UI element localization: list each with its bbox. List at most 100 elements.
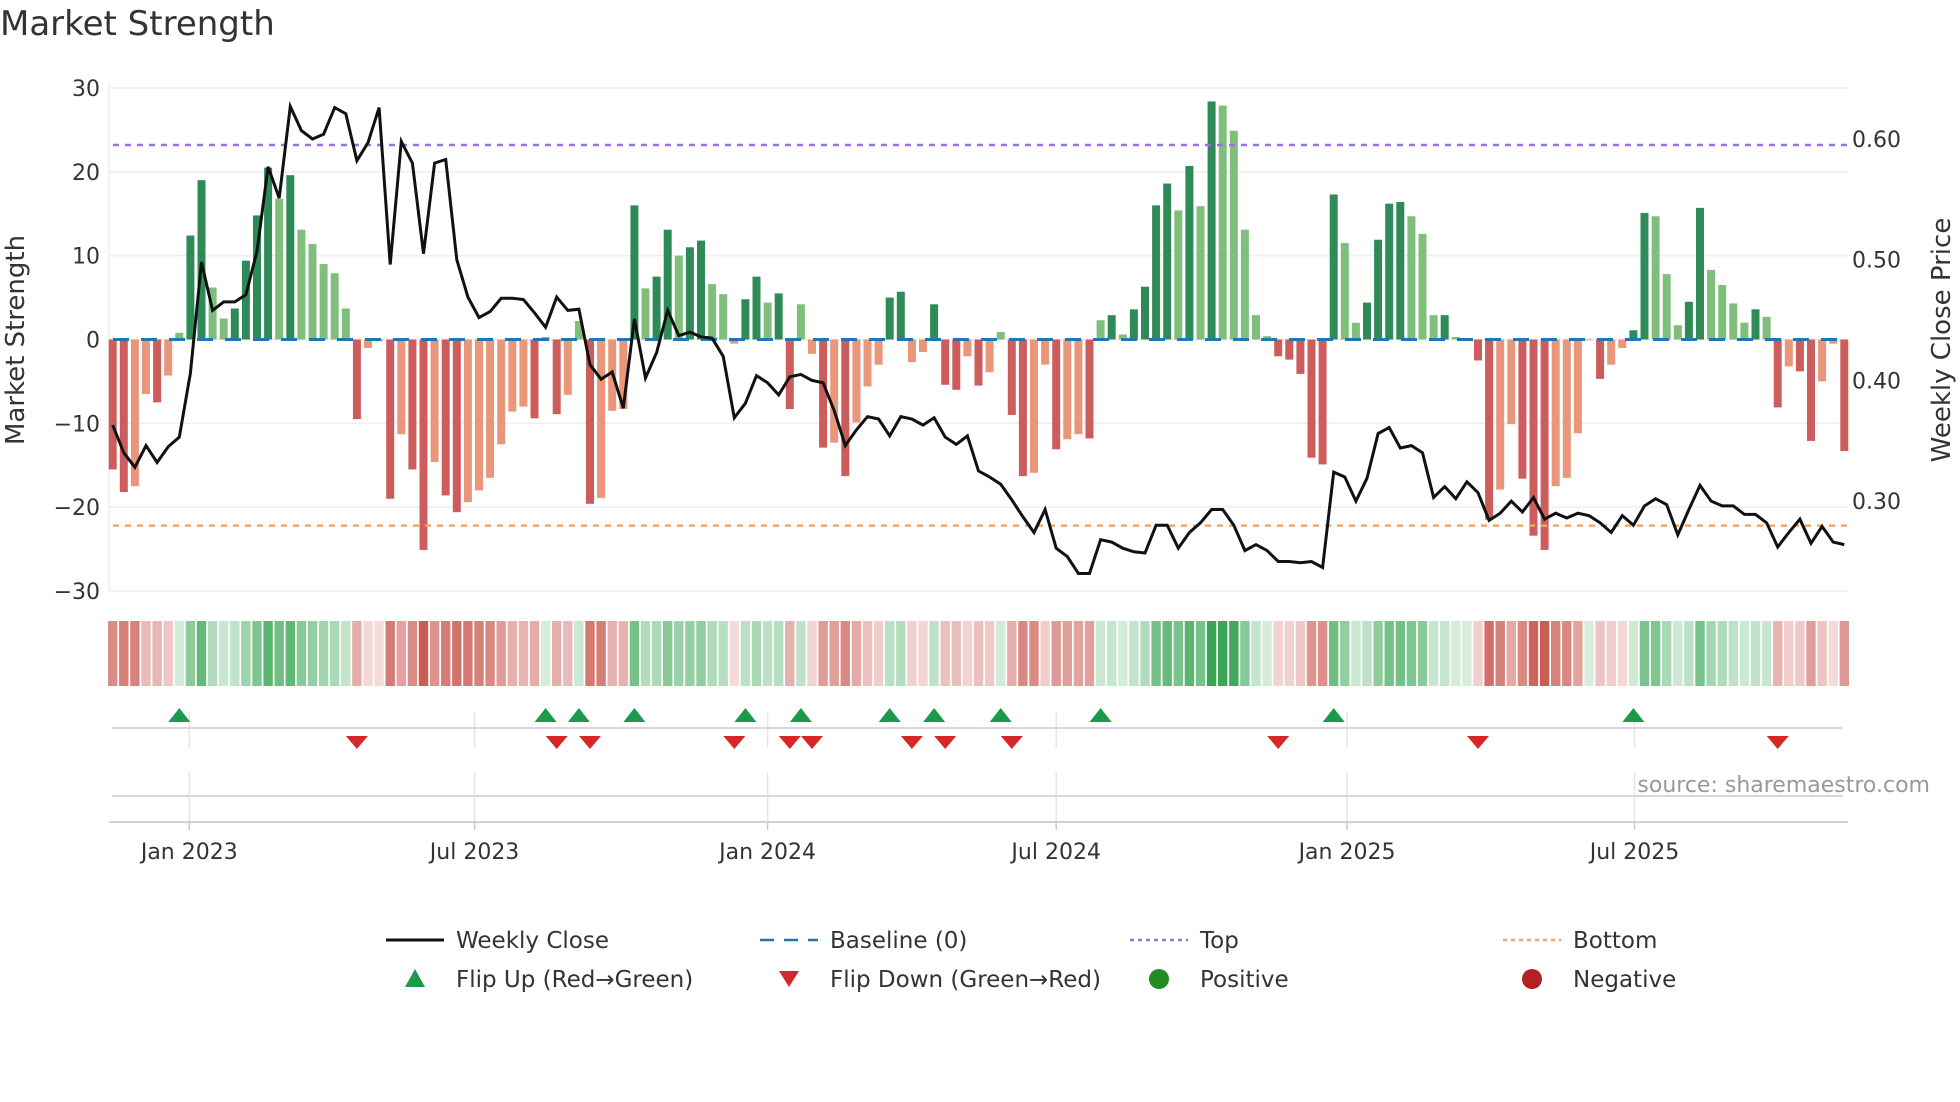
strength-strip-cell xyxy=(1761,621,1772,686)
strength-bar xyxy=(985,339,994,373)
strength-strip-cell xyxy=(1173,621,1183,686)
strength-bar xyxy=(1274,339,1283,357)
strength-bar xyxy=(763,302,772,340)
strength-strip-cell xyxy=(1240,621,1250,686)
strength-strip-cell xyxy=(629,621,640,686)
strength-strip-cell xyxy=(1229,621,1239,686)
strength-bar xyxy=(652,276,661,340)
strength-bar xyxy=(830,339,839,443)
strength-strip-cell xyxy=(962,621,973,686)
strength-bar xyxy=(1640,212,1649,340)
strength-strip-cell xyxy=(973,621,984,686)
strength-strip-cell xyxy=(1362,621,1372,686)
strength-bar xyxy=(186,235,195,340)
strength-strip-cell xyxy=(563,621,573,686)
strength-strip-cell xyxy=(663,621,673,686)
strength-strip-cell xyxy=(418,621,429,686)
strength-strip-cell xyxy=(984,621,995,686)
strength-strip-cell xyxy=(918,621,928,686)
strength-strip-cell xyxy=(540,621,551,686)
strength-bar xyxy=(1673,325,1682,340)
strength-bar xyxy=(852,339,861,423)
strength-strip-cell xyxy=(1218,621,1228,686)
strength-strip-cell xyxy=(1295,621,1306,686)
strength-strip-cell xyxy=(1118,621,1128,686)
strength-bar xyxy=(1351,322,1360,340)
strength-bar xyxy=(1229,130,1238,340)
strength-bar xyxy=(697,240,705,340)
strength-strip-cell xyxy=(352,621,362,686)
strength-bar xyxy=(519,339,528,407)
strength-strip-cell xyxy=(1484,621,1494,686)
strength-bar xyxy=(1429,315,1438,340)
strength-bar xyxy=(452,339,461,513)
y-tick-label: 0 xyxy=(86,329,100,354)
flip-down-marker xyxy=(900,736,923,749)
strength-bar xyxy=(408,339,417,470)
strength-bar xyxy=(752,276,761,340)
strength-bar xyxy=(341,308,350,340)
strength-bar xyxy=(1063,339,1072,440)
strength-strip-cell xyxy=(1628,621,1639,686)
strength-strip-cell xyxy=(1095,621,1106,686)
flip-up-marker xyxy=(1622,708,1645,722)
strength-bar xyxy=(1818,339,1827,382)
strength-strip-cell xyxy=(441,621,451,686)
strength-strip-cell xyxy=(1617,621,1627,686)
strength-bar xyxy=(1129,309,1138,340)
strength-strip-cell xyxy=(474,621,484,686)
strength-strip-cell xyxy=(108,621,118,686)
strength-strip-cell xyxy=(1406,621,1417,686)
strength-strip-cell xyxy=(1773,621,1783,686)
strength-strip-cell xyxy=(1040,621,1050,686)
x-tick-label: Jan 2025 xyxy=(1297,840,1396,865)
strength-bar xyxy=(1729,303,1738,340)
strength-strip-cell xyxy=(1417,621,1428,686)
strength-bar xyxy=(1141,286,1149,340)
strength-strip-cell xyxy=(618,621,628,686)
strength-strip-cell xyxy=(796,621,806,686)
legend-baseline-label: Baseline (0) xyxy=(830,928,967,954)
flip-down-marker xyxy=(545,736,568,749)
strength-strip-cell xyxy=(1062,621,1072,686)
strength-bar xyxy=(530,339,539,419)
strength-bar xyxy=(774,293,783,340)
strength-bar xyxy=(941,339,950,385)
strength-bar xyxy=(552,339,561,415)
strength-bar xyxy=(1041,339,1050,365)
strength-strip-cell xyxy=(1107,621,1117,686)
y2-axis-title: Weekly Close Price xyxy=(1927,218,1957,463)
strength-bar xyxy=(1252,315,1260,340)
flip-up-marker xyxy=(734,708,757,722)
strength-bar xyxy=(1196,206,1205,340)
strength-bar xyxy=(1163,183,1172,340)
strength-bar xyxy=(919,339,927,353)
flip-down-marker xyxy=(801,736,823,749)
strength-bar xyxy=(1840,339,1849,451)
strength-bar xyxy=(386,339,395,499)
y-tick-label: −10 xyxy=(54,412,100,437)
strength-bar xyxy=(1551,339,1560,487)
strength-strip-cell xyxy=(1673,621,1683,686)
strength-strip-cell xyxy=(951,621,961,686)
strength-strip-cell xyxy=(1806,621,1816,686)
strength-strip-cell xyxy=(207,621,218,686)
strength-strip-cell xyxy=(751,621,762,686)
strength-bar xyxy=(219,318,228,340)
strength-bar xyxy=(1030,339,1038,473)
strength-strip-cell xyxy=(729,621,739,686)
strength-strip-cell xyxy=(1795,621,1805,686)
strength-strip-cell xyxy=(762,621,773,686)
strength-strip-cell xyxy=(1662,621,1672,686)
strength-bar xyxy=(719,294,728,340)
strength-strip-cell xyxy=(330,621,340,686)
strength-strip-cell xyxy=(1440,621,1450,686)
strength-strip-cell xyxy=(996,621,1006,686)
strength-bar xyxy=(1296,339,1305,374)
strength-strip-cell xyxy=(529,621,540,686)
strength-strip-cell xyxy=(196,621,207,686)
strength-bar xyxy=(1240,229,1249,340)
y-tick-label: 10 xyxy=(72,245,100,270)
strength-strip-cell xyxy=(1684,621,1694,686)
strength-bar xyxy=(1784,339,1793,367)
